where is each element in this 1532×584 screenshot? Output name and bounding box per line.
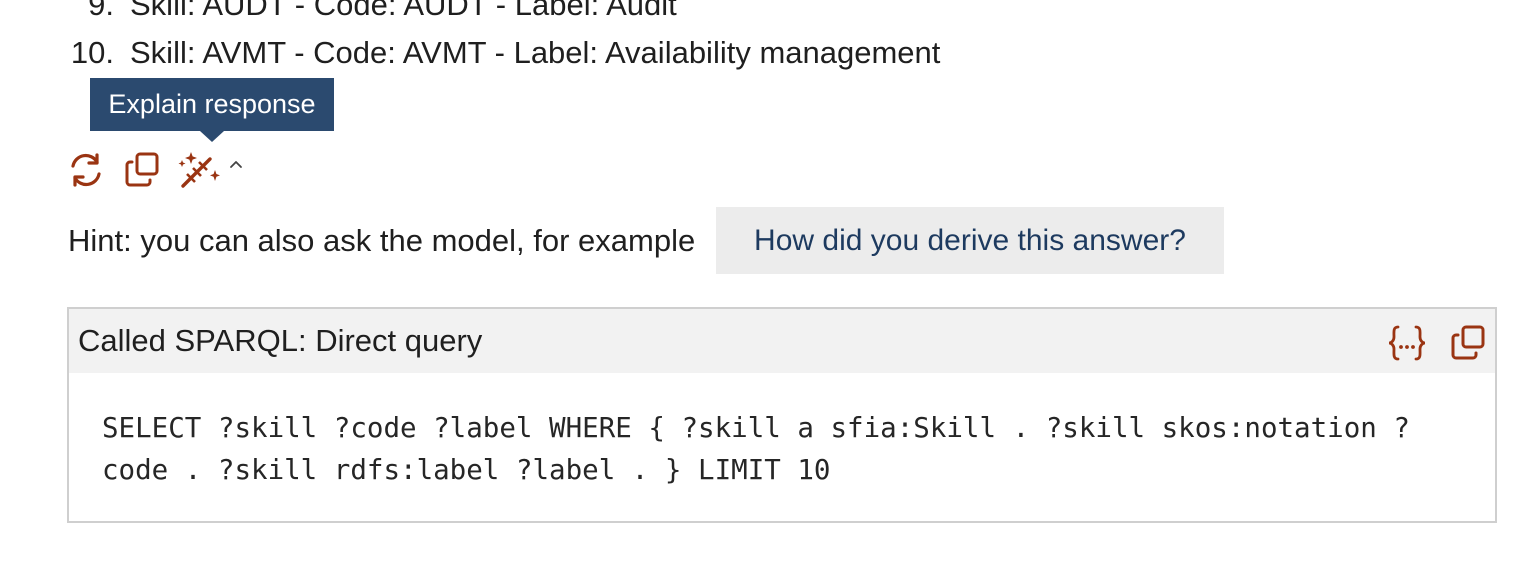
sparql-query: SELECT ?skill ?code ?label WHERE { ?skil… — [102, 412, 1410, 486]
list-item: 9. Skill: AUDT - Code: AUDT - Label: Audi… — [0, 0, 677, 25]
tool-call-header: Called SPARQL: Direct query — [69, 309, 1495, 373]
explain-response-button[interactable] — [177, 150, 243, 190]
copy-icon — [1451, 325, 1485, 360]
hint-label: Hint — [68, 223, 124, 258]
tooltip-arrow — [200, 131, 224, 142]
tool-call-title: Called SPARQL: Direct query — [78, 323, 483, 358]
list-item-text: Skill: AUDT - Code: AUDT - Label: Audit — [130, 0, 677, 22]
suggested-question-button[interactable]: How did you derive this answer? — [716, 207, 1224, 274]
tool-call-panel: Called SPARQL: Direct query SELECT ?skil… — [67, 307, 1497, 523]
copy-answer-button[interactable] — [123, 150, 163, 190]
show-query-button[interactable] — [1387, 323, 1427, 363]
magic-wand-icon — [178, 152, 220, 188]
copy-query-button[interactable] — [1449, 323, 1489, 363]
regenerate-button[interactable] — [66, 150, 106, 190]
list-item-number: 9. — [88, 0, 114, 22]
explain-tooltip: Explain response — [90, 78, 334, 131]
refresh-icon — [71, 153, 101, 187]
hint-text: Hint: you can also ask the model, for ex… — [68, 207, 695, 274]
hint-body: : you can also ask the model, for exampl… — [123, 223, 696, 258]
chevron-up-icon — [230, 161, 242, 168]
code-braces-icon — [1388, 325, 1426, 361]
list-item-text: Skill: AVMT - Code: AVMT - Label: Availa… — [130, 35, 941, 70]
list-item-number: 10. — [70, 35, 114, 70]
copy-icon — [125, 152, 159, 187]
list-item: 10. Skill: AVMT - Code: AVMT - Label: Ava… — [0, 33, 941, 73]
